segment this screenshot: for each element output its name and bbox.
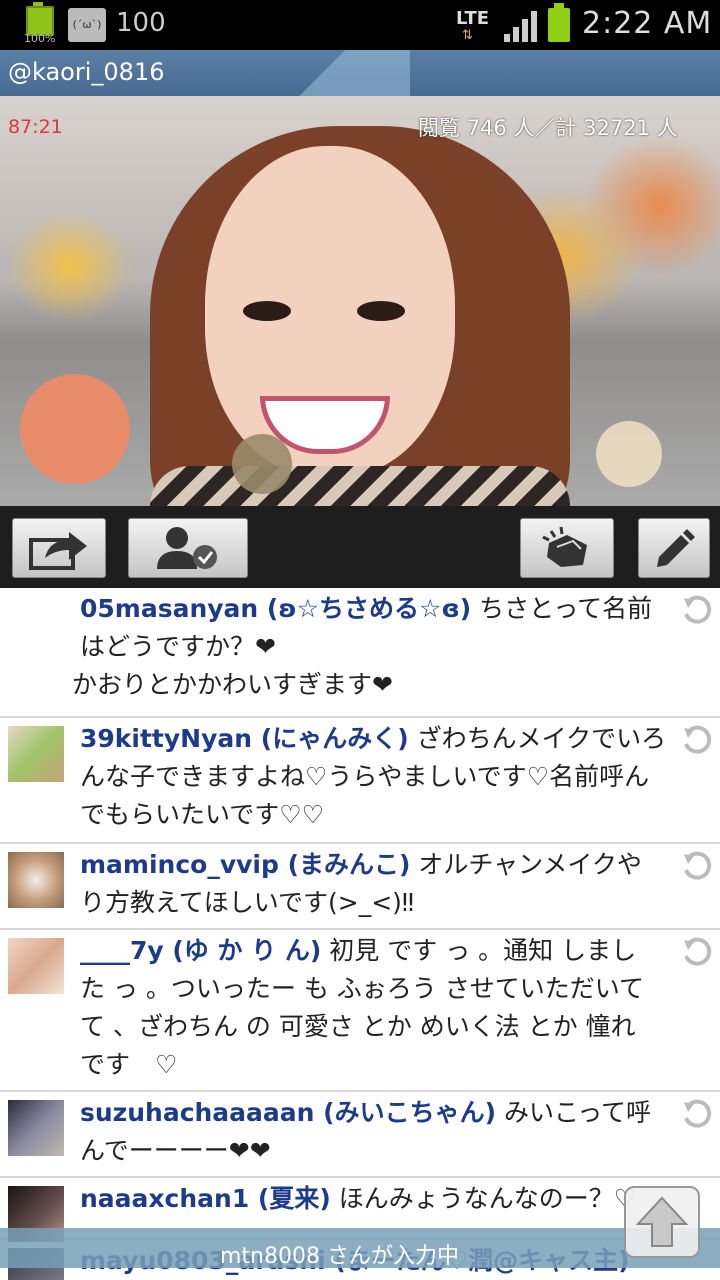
notification-count: 100 <box>116 8 166 38</box>
clap-icon <box>542 526 587 567</box>
video-subject-scarf <box>150 466 570 506</box>
typing-indicator: mtn8008 さんが入力中 <box>220 1244 459 1269</box>
battery-icon <box>548 8 570 42</box>
sticker-bear <box>20 374 130 484</box>
comment-body: naaaxchan1 (夏来) ほんみょうなんなのー？♡ <box>80 1180 660 1218</box>
comment-item: ____7y (ゆ か り ん) 初見 です っ 。通知 しました っ 。ついっ… <box>0 930 720 1092</box>
arrow-up-icon <box>635 1196 689 1247</box>
scroll-top-button[interactable] <box>624 1186 700 1258</box>
signal-icon <box>504 11 537 42</box>
follow-user-icon <box>157 527 217 569</box>
view-counter: 閲覧 746 人／計 32721 人 <box>418 116 678 140</box>
comment-item: suzuhachaaaaan (みいこちゃん) みいこって呼んでーーーー❤❤ <box>0 1092 720 1178</box>
avatar[interactable] <box>8 1100 64 1156</box>
live-video[interactable]: 87:21 閲覧 746 人／計 32721 人 <box>0 96 720 506</box>
broadcaster-handle[interactable]: @kaori_0816 <box>8 58 164 86</box>
comment-username[interactable]: 05masanyan (ʚ☆ちさめる☆ɞ) <box>80 594 471 623</box>
reply-icon[interactable] <box>680 1098 714 1132</box>
share-button[interactable] <box>12 518 106 578</box>
avatar[interactable] <box>8 852 64 908</box>
comment-button[interactable] <box>638 518 710 578</box>
avatar[interactable] <box>8 596 64 652</box>
comment-body: suzuhachaaaaan (みいこちゃん) みいこって呼んでーーーー❤❤ <box>80 1094 660 1170</box>
title-bar: @kaori_0816 <box>0 50 720 96</box>
reply-icon[interactable] <box>680 724 714 758</box>
comment-body: 05masanyan (ʚ☆ちさめる☆ɞ) ちさとって名前はどうですか？❤ <box>80 590 660 666</box>
video-subject-eye <box>243 301 291 321</box>
comment-item: 05masanyan (ʚ☆ちさめる☆ɞ) ちさとって名前はどうですか？❤ かお… <box>0 588 720 718</box>
follow-button[interactable] <box>128 518 248 578</box>
data-activity-icon: ⇅ <box>462 28 473 43</box>
sticker-bunny <box>596 421 662 487</box>
comment-item: 39kittyNyan (にゃんみく) ざわちんメイクでいろんな子できますよね♡… <box>0 718 720 844</box>
comment-username[interactable]: 39kittyNyan (にゃんみく) <box>80 724 409 753</box>
comment-body: maminco_vvip (まみんこ) オルチャンメイクやり方教えてほしいです(… <box>80 846 660 922</box>
share-icon <box>29 532 87 570</box>
battery-small-percent: 100% <box>24 32 56 45</box>
comment-body: ____7y (ゆ か り ん) 初見 です っ 。通知 しました っ 。ついっ… <box>80 932 660 1084</box>
reply-icon[interactable] <box>680 594 714 628</box>
reply-icon[interactable] <box>680 936 714 970</box>
comment-text-line: かおりとかかわいすぎます❤ <box>72 670 393 699</box>
reply-icon[interactable] <box>680 850 714 884</box>
comment-username[interactable]: maminco_vvip (まみんこ) <box>80 850 410 879</box>
video-subject-eye <box>357 301 405 321</box>
comment-username[interactable]: ____7y (ゆ か り ん) <box>80 936 321 965</box>
pencil-icon <box>657 529 695 567</box>
comment-username[interactable]: suzuhachaaaaan (みいこちゃん) <box>80 1098 496 1127</box>
network-type: LTE <box>456 8 490 29</box>
comment-username[interactable]: naaaxchan1 (夏来) <box>80 1184 331 1213</box>
clock: 2:22 AM <box>582 6 713 41</box>
title-bar-decoration <box>270 50 410 96</box>
comment-body: 39kittyNyan (にゃんみく) ざわちんメイクでいろんな子できますよね♡… <box>80 720 670 834</box>
clap-button[interactable] <box>520 518 614 578</box>
comment-item: maminco_vvip (まみんこ) オルチャンメイクやり方教えてほしいです(… <box>0 844 720 930</box>
comment-text: ほんみょうなんなのー？♡ <box>330 1184 637 1213</box>
face-notification-icon: (´ω`) <box>68 8 106 42</box>
avatar[interactable] <box>8 726 64 782</box>
avatar[interactable] <box>8 938 64 994</box>
status-bar: 100% (´ω`) 100 LTE ⇅ 2:22 AM <box>0 0 720 50</box>
broadcast-timer: 87:21 <box>8 116 63 138</box>
comment-list[interactable]: 05masanyan (ʚ☆ちさめる☆ɞ) ちさとって名前はどうですか？❤ かお… <box>0 588 720 1280</box>
sticker-rabbit <box>232 434 292 494</box>
action-toolbar <box>0 506 720 588</box>
